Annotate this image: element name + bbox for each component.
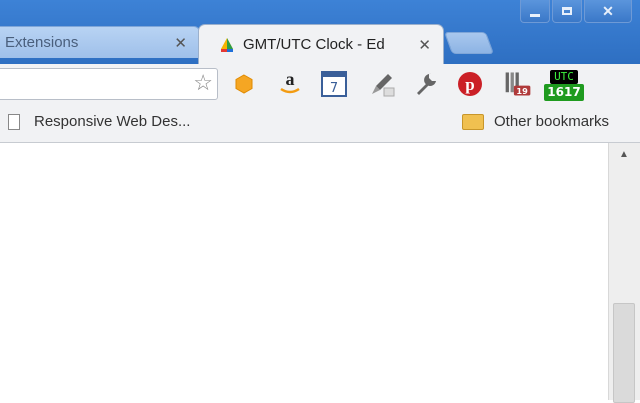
minimize-icon [530,13,540,17]
folder-icon [462,113,484,130]
pinterest-icon: p [458,72,482,96]
maximize-icon [562,7,572,15]
calendar-day: 7 [330,81,338,96]
page-icon [8,113,20,130]
bookmarks-bar: Responsive Web Des... Other bookmarks [0,104,640,143]
library-icon: 19 [505,72,531,96]
page-content [0,143,608,400]
utc-label: UTC [550,70,578,84]
tab-close-icon[interactable]: ✕ [174,34,187,52]
utc-time: 1617 [544,84,584,101]
minimize-button[interactable] [520,0,550,23]
window-frame: ✕ Extensions ✕ GMT/UTC Clock - Ed ✕ [0,0,640,64]
honey-icon [235,74,253,94]
address-bar[interactable]: ☆ [0,68,218,100]
amazon-extension-button[interactable]: a [276,70,304,98]
tab-gmt-utc-clock[interactable]: GMT/UTC Clock - Ed ✕ [198,24,444,64]
chrome-webstore-icon [221,37,233,52]
other-bookmarks-label: Other bookmarks [494,113,610,130]
library-badge: 19 [516,86,528,96]
eyedropper-extension-button[interactable] [368,70,396,98]
bookmark-item[interactable]: Responsive Web Des... [8,113,190,130]
window-controls: ✕ [520,0,632,26]
new-tab-button[interactable] [443,32,495,54]
library-extension-button[interactable]: 19 [504,70,532,98]
tab-extensions[interactable]: Extensions ✕ [0,26,200,58]
utc-clock-extension-button[interactable]: UTC 1617 [544,70,584,102]
scrollbar-thumb[interactable] [613,303,635,403]
scroll-up-arrow-icon[interactable]: ▲ [619,149,629,160]
other-bookmarks[interactable]: Other bookmarks [462,113,609,130]
wrench-icon [417,73,436,95]
amazon-icon: a [280,71,300,94]
svg-text:p: p [465,75,474,94]
tab-close-icon[interactable]: ✕ [418,36,431,54]
wrench-extension-button[interactable] [412,70,440,98]
calendar-icon: 7 [321,71,347,97]
close-window-button[interactable]: ✕ [584,0,632,23]
svg-text:a: a [286,71,295,89]
vertical-scrollbar[interactable]: ▲ [608,143,640,403]
calendar-extension-button[interactable]: 7 [320,70,348,98]
bookmark-star-icon[interactable]: ☆ [193,72,213,94]
eyedropper-icon [372,74,395,97]
tab-title: GMT/UTC Clock - Ed [243,36,385,53]
tab-title: Extensions [5,34,79,51]
pinterest-extension-button[interactable]: p [456,70,484,98]
honey-extension-button[interactable] [230,70,258,98]
close-icon: ✕ [602,3,614,19]
maximize-button[interactable] [552,0,582,23]
bookmark-label: Responsive Web Des... [34,113,191,130]
